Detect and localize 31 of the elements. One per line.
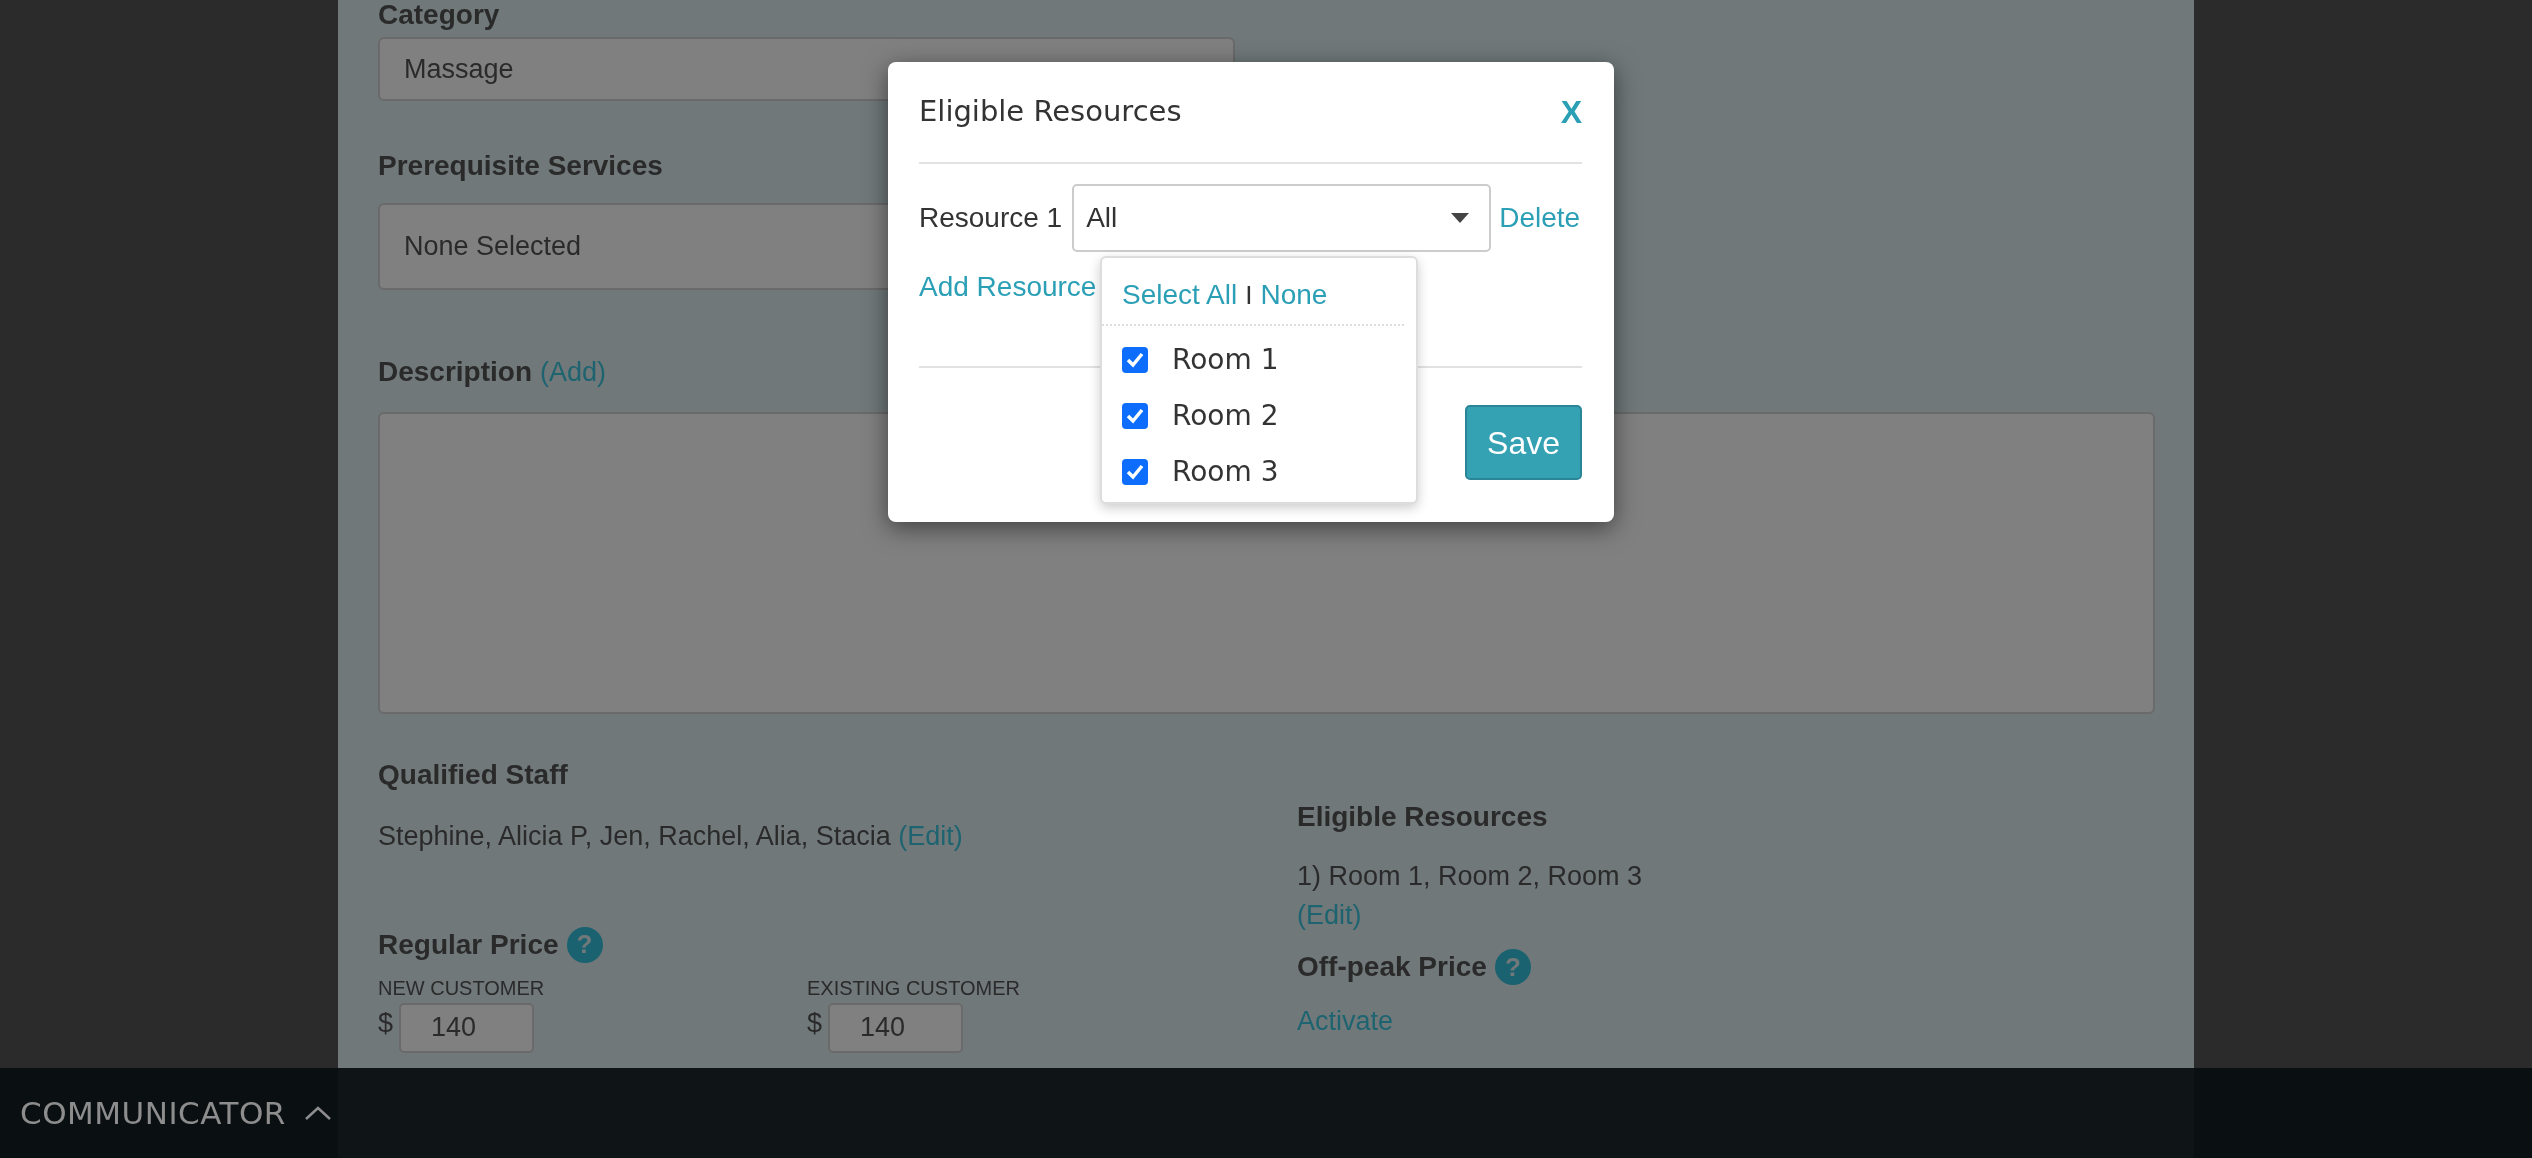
- chevron-up-icon[interactable]: [303, 1105, 332, 1121]
- save-button[interactable]: Save: [1465, 405, 1582, 480]
- currency-symbol: $: [807, 1006, 823, 1040]
- section-heading: Eligible Resources: [1297, 800, 1549, 835]
- price-input[interactable]: 140: [828, 1002, 964, 1053]
- price-label: EXISTING CUSTOMER: [807, 975, 1021, 1001]
- option-label: Room 1: [1172, 342, 1279, 378]
- option-label: Room 3: [1172, 454, 1279, 490]
- section-heading: Qualified Staff: [378, 758, 569, 793]
- option-label: Room 2: [1172, 398, 1279, 434]
- field-label: Prerequisite Services: [378, 149, 664, 183]
- resource-label: Resource 1: [919, 201, 1063, 235]
- checkbox[interactable]: [1122, 347, 1148, 373]
- price-label: NEW CUSTOMER: [378, 975, 546, 1001]
- currency-symbol: $: [378, 1006, 394, 1040]
- price-input[interactable]: 140: [399, 1002, 535, 1053]
- section-heading: Regular Price: [378, 927, 559, 962]
- staff-list: Stephine, Alicia P, Jen, Rachel, Alia, Stacia (Edit): [378, 816, 1297, 857]
- resource-select[interactable]: All: [1072, 184, 1492, 252]
- field-label: Description: [378, 355, 533, 389]
- none-link[interactable]: None: [1260, 274, 1328, 316]
- checkbox[interactable]: [1122, 403, 1148, 429]
- separator: I: [1245, 278, 1253, 312]
- caret-down-icon: [1451, 213, 1470, 223]
- delete-link[interactable]: Delete: [1499, 197, 1581, 239]
- field-label: Category: [378, 0, 501, 30]
- resource-list: 1) Room 1, Room 2, Room 3: [1297, 856, 1643, 897]
- close-button[interactable]: X: [1560, 88, 1582, 136]
- section-heading: Off-peak Price: [1297, 950, 1487, 984]
- checkbox[interactable]: [1122, 459, 1148, 485]
- communicator-label: COMMUNICATOR: [20, 1093, 286, 1133]
